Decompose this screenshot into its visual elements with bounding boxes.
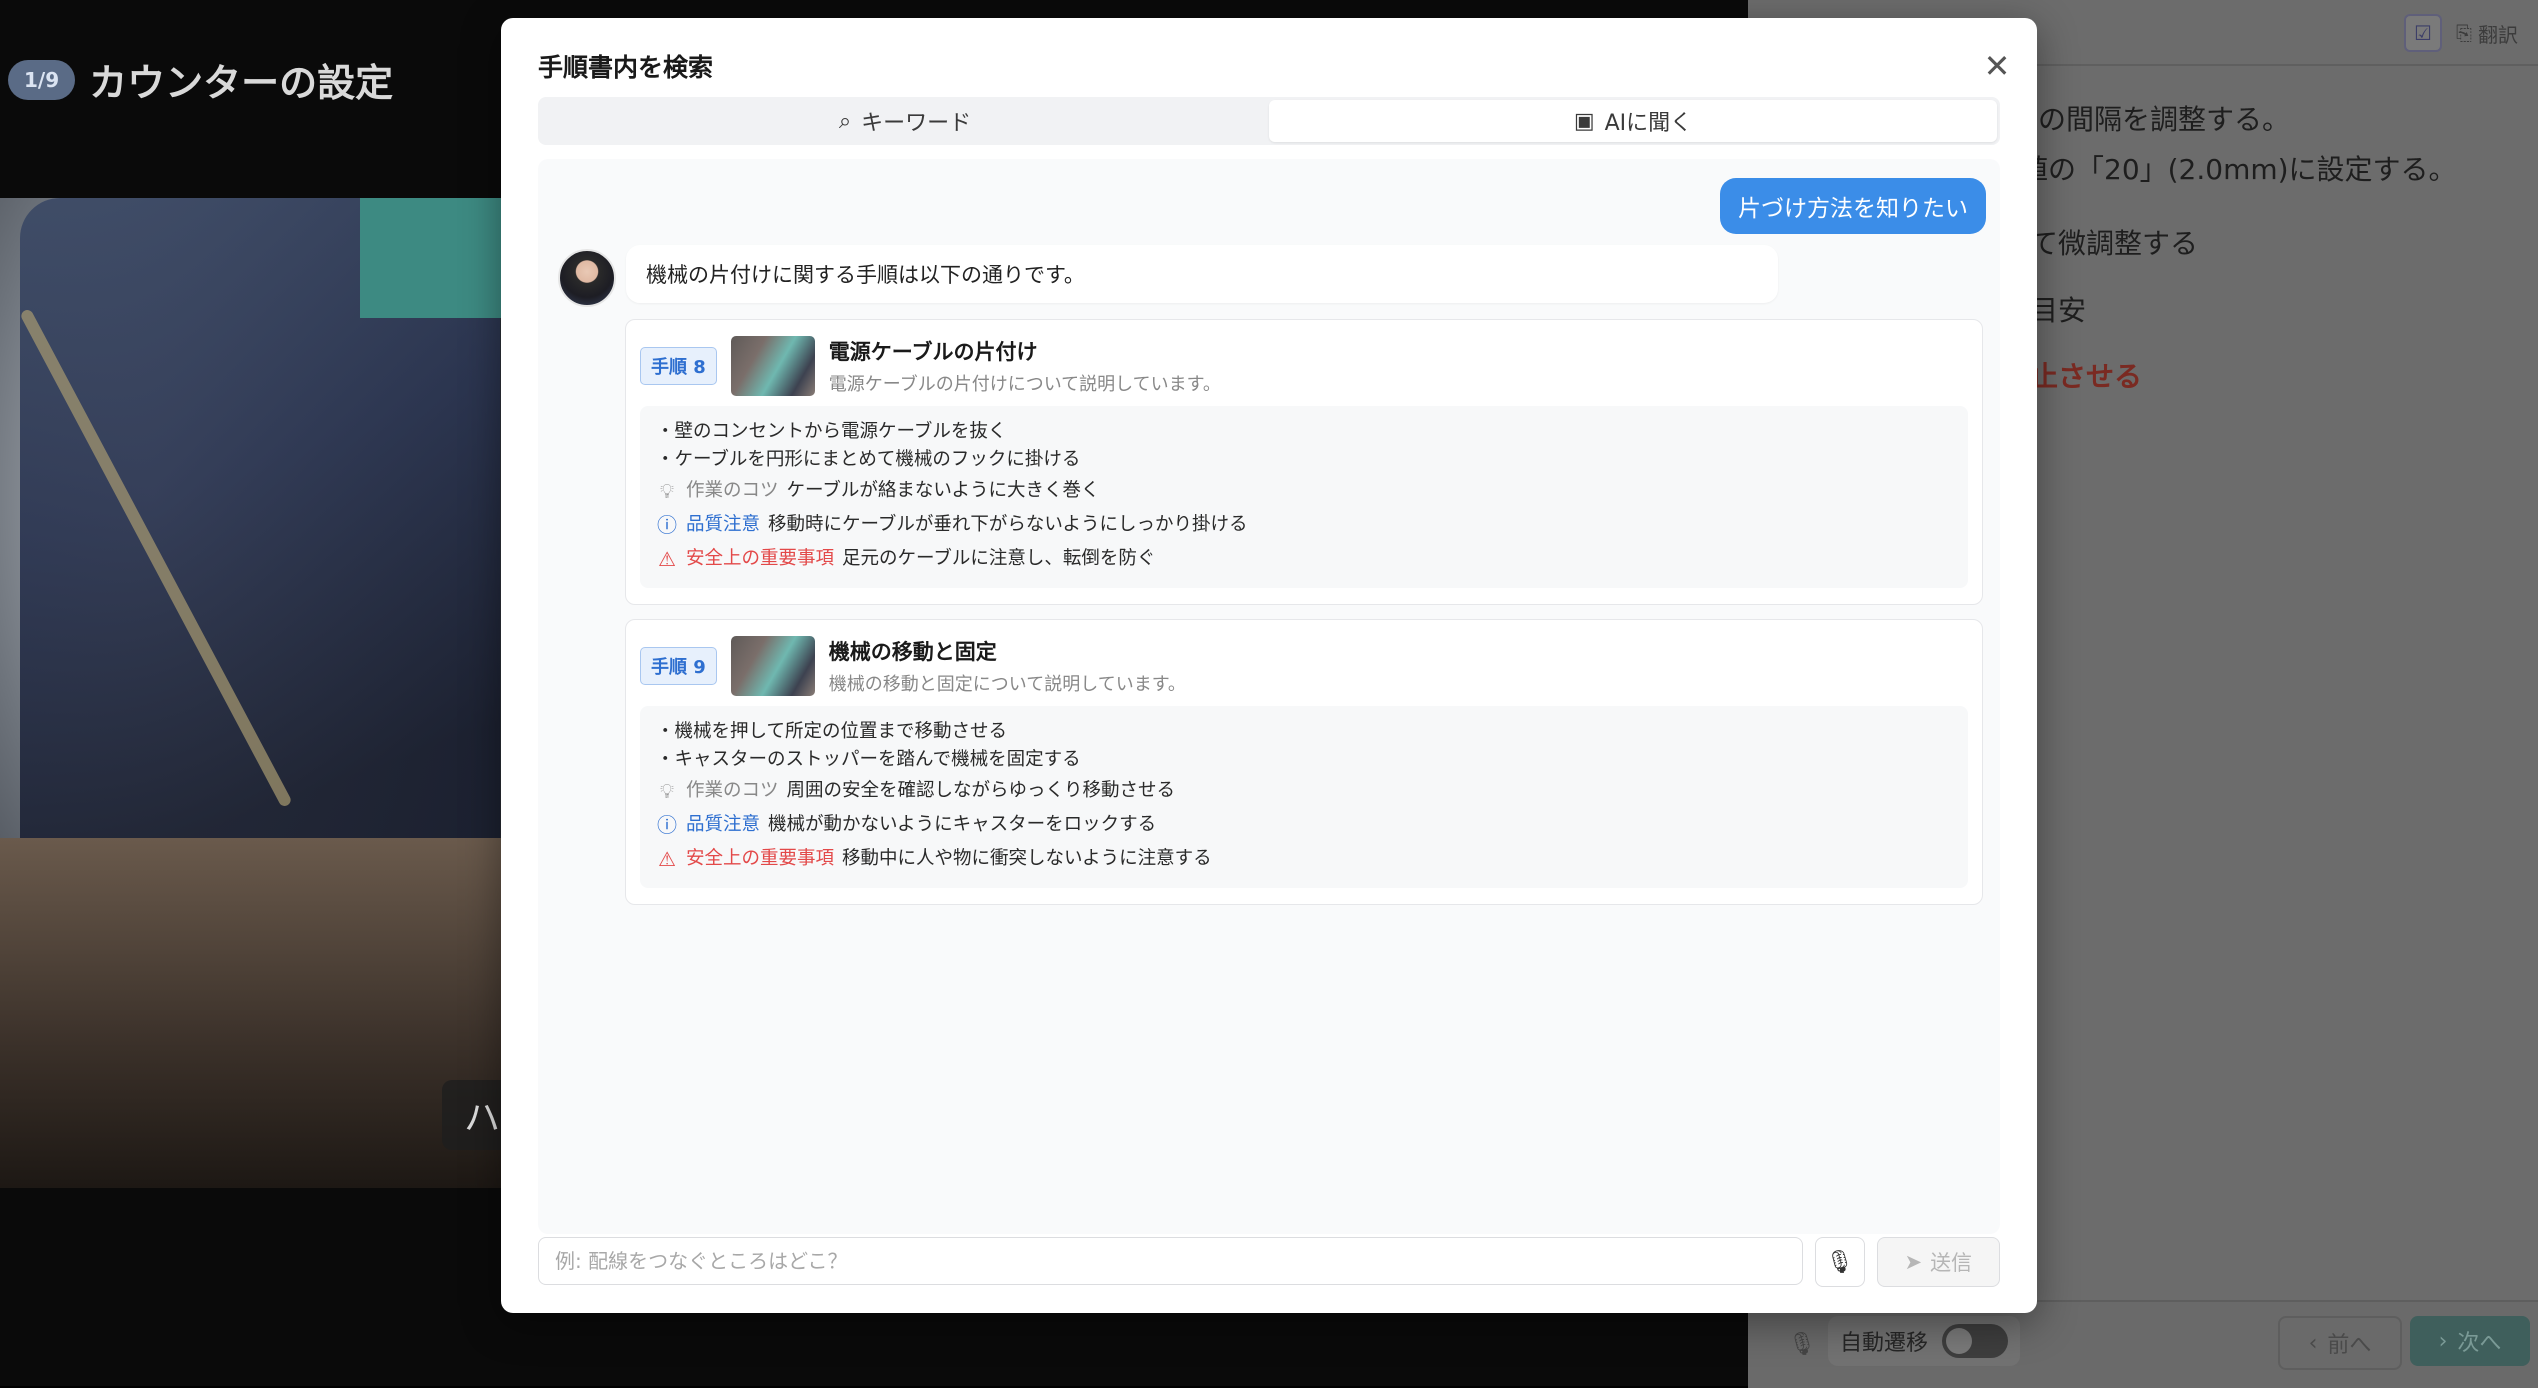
step-thumbnail — [730, 636, 815, 696]
video-player[interactable] — [0, 198, 510, 1188]
safety-label: 安全上の重要事項 — [686, 548, 835, 569]
tab-ask-ai[interactable]: ▣ AIに聞く — [1269, 100, 1997, 142]
instruction-line: て微調整する — [2030, 227, 2199, 260]
step-bullet: ・機械を押して所定の位置まで移動させる — [656, 721, 1007, 742]
microphone-icon[interactable]: 🎙 — [1814, 1237, 1865, 1287]
card-heading: 機械の移動と固定 機械の移動と固定について説明しています。 — [829, 636, 1186, 696]
quality-text: 機械が動かないようにキャスターをロックする — [768, 814, 1157, 835]
instruction-line: の間隔を調整する。 — [2038, 103, 2291, 136]
quality-text: 移動時にケーブルが垂れ下がらないようにしっかり掛ける — [768, 514, 1248, 535]
tip-label: 作業のコツ — [686, 480, 779, 501]
card-heading: 電源ケーブルの片付け 電源ケーブルの片付けについて説明しています。 — [829, 336, 1221, 396]
close-icon[interactable]: ✕ — [1979, 48, 2015, 84]
checkbox-icon[interactable]: ☑ — [2404, 14, 2442, 52]
tab-keyword-label: キーワード — [861, 111, 972, 136]
safety-text: 移動中に人や物に衝突しないように注意する — [842, 848, 1212, 869]
safety-text: 足元のケーブルに注意し、転倒を防ぐ — [842, 548, 1156, 569]
chat-input[interactable] — [538, 1237, 1803, 1285]
step-bullet: ・壁のコンセントから電源ケーブルを抜く — [656, 421, 1007, 442]
instruction-line: 値の「20」(2.0mm)に設定する。 — [2020, 153, 2457, 186]
user-message: 片づけ方法を知りたい — [1720, 178, 1986, 234]
tip-text: ケーブルが絡まないように大きく巻く — [786, 480, 1100, 501]
next-label: 次へ — [2457, 1331, 2502, 1356]
step-title: カウンターの設定 — [89, 61, 394, 105]
warning-icon: ⚠ — [658, 847, 676, 871]
video-frame-detail — [360, 198, 510, 318]
card-title: 機械の移動と固定 — [828, 640, 997, 664]
chat-input-bar: 🎙 ➤ 送信 — [538, 1237, 2000, 1289]
info-icon: ⓘ — [657, 813, 677, 837]
auto-transition-label: 自動遷移 — [1840, 1331, 1929, 1356]
tab-ask-ai-label: AIに聞く — [1604, 111, 1693, 136]
card-subtitle: 機械の移動と固定について説明しています。 — [828, 674, 1186, 695]
chevron-right-icon: › — [2438, 1328, 2448, 1354]
safety-label: 安全上の重要事項 — [686, 848, 835, 869]
tip-note: 💡︎ 作業のコツ ケーブルが絡まないように大きく巻く — [656, 474, 1952, 508]
card-body: ・壁のコンセントから電源ケーブルを抜く ・ケーブルを円形にまとめて機械のフックに… — [640, 406, 1968, 588]
instruction-line-warning: 止させる — [2030, 360, 2143, 393]
safety-note: ⚠ 安全上の重要事項 足元のケーブルに注意し、転倒を防ぐ — [656, 542, 1952, 576]
tip-label: 作業のコツ — [686, 780, 779, 801]
translate-button[interactable]: ⎘ 翻訳 — [2456, 19, 2518, 48]
tip-note: 💡︎ 作業のコツ 周囲の安全を確認しながらゆっくり移動させる — [656, 774, 1952, 808]
card-title: 電源ケーブルの片付け — [828, 340, 1038, 364]
send-button[interactable]: ➤ 送信 — [1876, 1237, 2000, 1287]
warning-icon: ⚠ — [658, 547, 676, 571]
ai-icon: ▣ — [1573, 108, 1595, 134]
prev-label: 前へ — [2327, 1333, 2372, 1358]
safety-note: ⚠ 安全上の重要事項 移動中に人や物に衝突しないように注意する — [656, 842, 1952, 876]
auto-transition-control[interactable]: 自動遷移 — [1828, 1316, 2021, 1366]
tab-keyword[interactable]: ⌕ キーワード — [541, 100, 1269, 142]
lightbulb-icon: 💡︎ — [660, 479, 674, 503]
translate-icon: ⎘ — [2456, 21, 2472, 45]
card-body: ・機械を押して所定の位置まで移動させる ・キャスターのストッパーを踏んで機械を固… — [640, 706, 1968, 888]
ai-message: 機械の片付けに関する手順は以下の通りです。 — [626, 245, 1778, 303]
step-counter-badge: 1/9 — [8, 59, 76, 100]
step-bullet: ・ケーブルを円形にまとめて機械のフックに掛ける — [656, 449, 1081, 470]
send-icon: ➤ — [1904, 1250, 1923, 1274]
info-icon: ⓘ — [657, 513, 677, 537]
procedure-card[interactable]: 手順 9 機械の移動と固定 機械の移動と固定について説明しています。 ・機械を押… — [625, 619, 1983, 905]
video-frame-floor — [0, 838, 510, 1188]
send-label: 送信 — [1930, 1251, 1973, 1275]
ai-avatar — [558, 249, 616, 307]
procedure-card[interactable]: 手順 8 電源ケーブルの片付け 電源ケーブルの片付けについて説明しています。 ・… — [625, 319, 1983, 605]
auto-transition-toggle[interactable] — [1942, 1324, 2009, 1358]
mic-off-icon[interactable]: 🎙 — [1788, 1332, 1816, 1357]
step-tag: 手順 8 — [640, 347, 717, 385]
lightbulb-icon: 💡︎ — [660, 779, 674, 803]
quality-label: 品質注意 — [686, 814, 761, 835]
chat-history[interactable]: 片づけ方法を知りたい 機械の片付けに関する手順は以下の通りです。 手順 8 電源… — [538, 159, 2000, 1234]
step-bullet: ・キャスターのストッパーを踏んで機械を固定する — [656, 749, 1081, 770]
tip-text: 周囲の安全を確認しながらゆっくり移動させる — [786, 780, 1176, 801]
quality-note: ⓘ 品質注意 機械が動かないようにキャスターをロックする — [656, 808, 1952, 842]
search-modal: 手順書内を検索 ✕ ⌕ キーワード ▣ AIに聞く 片づけ方法を知りたい 機械の… — [501, 18, 2037, 1313]
chevron-left-icon: ‹ — [2308, 1330, 2318, 1356]
search-icon: ⌕ — [838, 108, 852, 134]
next-button[interactable]: › 次へ — [2410, 1316, 2530, 1366]
search-tabs: ⌕ キーワード ▣ AIに聞く — [538, 97, 2000, 145]
panel-toolbar: ☑ ⎘ 翻訳 — [2404, 14, 2518, 52]
quality-label: 品質注意 — [686, 514, 761, 535]
card-subtitle: 電源ケーブルの片付けについて説明しています。 — [828, 374, 1221, 395]
prev-button[interactable]: ‹ 前へ — [2278, 1316, 2402, 1370]
step-thumbnail — [730, 336, 815, 396]
step-header: 1/9 カウンターの設定 — [8, 52, 393, 107]
card-header: 手順 9 機械の移動と固定 機械の移動と固定について説明しています。 — [640, 636, 1186, 696]
step-tag: 手順 9 — [640, 647, 717, 685]
card-header: 手順 8 電源ケーブルの片付け 電源ケーブルの片付けについて説明しています。 — [640, 336, 1221, 396]
translate-label: 翻訳 — [2478, 22, 2518, 47]
instruction-line: 目安 — [2030, 294, 2087, 327]
quality-note: ⓘ 品質注意 移動時にケーブルが垂れ下がらないようにしっかり掛ける — [656, 508, 1952, 542]
panel-bottom-bar: 🎙 自動遷移 ‹ 前へ › 次へ — [1748, 1300, 2538, 1388]
modal-title: 手順書内を検索 — [538, 53, 714, 82]
